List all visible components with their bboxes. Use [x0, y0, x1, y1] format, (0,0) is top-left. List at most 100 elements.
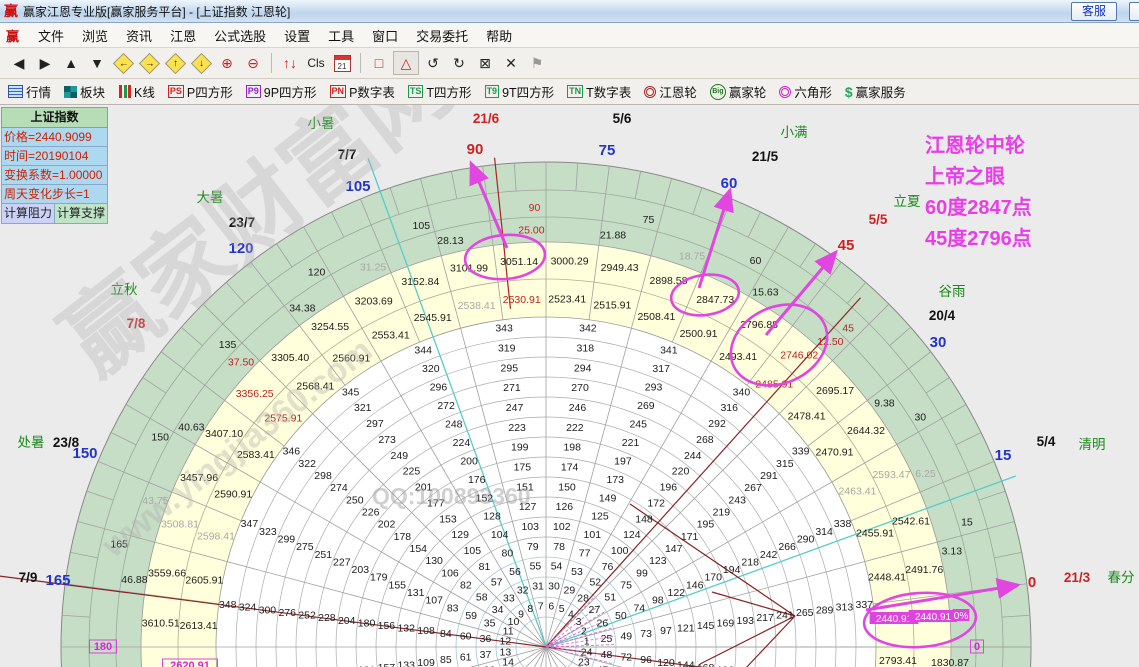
- menu-item-9[interactable]: 帮助: [477, 29, 521, 44]
- wheel-label: 2491.76: [905, 564, 943, 576]
- ribbon-item-板块[interactable]: 板块: [64, 82, 105, 101]
- box-x-icon[interactable]: ⊠: [473, 52, 497, 74]
- wheel-label: 15: [961, 516, 973, 528]
- wheel-label: 2568.41: [296, 380, 334, 392]
- wheel-label: 274: [330, 482, 348, 494]
- wheel-label: 97: [660, 625, 672, 637]
- wheel-label: 2575.91: [264, 413, 302, 425]
- ribbon-item-六角形[interactable]: 六角形: [779, 82, 832, 101]
- ribbon-item-P四方形[interactable]: PS P四方形: [167, 82, 233, 101]
- ribbon-item-P数字表[interactable]: PN P数字表: [329, 82, 395, 101]
- wheel-label: 151: [516, 481, 534, 493]
- wheel-label: 6.25: [915, 468, 936, 480]
- menu-item-6[interactable]: 工具: [319, 29, 363, 44]
- diamond-up-icon[interactable]: ↑: [163, 52, 187, 74]
- menu-item-8[interactable]: 交易委托: [407, 29, 477, 44]
- rotate-cw-icon[interactable]: ↻: [447, 52, 471, 74]
- cursor-down-icon[interactable]: ▼: [85, 52, 109, 74]
- wheel-label: 175: [514, 462, 532, 474]
- wheel-label: 3051.14: [500, 256, 538, 268]
- wheel-label: 2523.41: [548, 294, 586, 306]
- calc-resistance-button[interactable]: 计算阻力: [1, 204, 55, 224]
- p-square-icon: PS: [167, 85, 184, 98]
- nav-right-icon[interactable]: ▶: [33, 52, 57, 74]
- ribbon-item-9T四方形[interactable]: T9 9T四方形: [484, 82, 554, 101]
- updown-arrows-icon[interactable]: ↑↓: [278, 52, 302, 74]
- wheel-label: 248: [445, 418, 463, 430]
- wheel-label: 133: [397, 659, 415, 667]
- wheel-label: 75: [643, 214, 655, 226]
- wheel-label: 73: [640, 628, 652, 640]
- ribbon-item-行情[interactable]: 行情: [8, 82, 51, 101]
- triangle-tool-icon[interactable]: △: [393, 51, 419, 75]
- clipped-button[interactable]: [1129, 2, 1139, 21]
- wheel-label: 58: [476, 592, 488, 604]
- menu-item-3[interactable]: 江恩: [161, 29, 205, 44]
- wheel-label: 108: [417, 625, 435, 637]
- wheel-label: 35: [484, 618, 496, 630]
- diamond-left-icon[interactable]: ←: [111, 52, 135, 74]
- customer-service-button[interactable]: 客服: [1070, 2, 1117, 21]
- square-tool-icon[interactable]: □: [367, 52, 391, 74]
- ribbon-item-赢家服务[interactable]: $ 赢家服务: [845, 82, 906, 101]
- zoom-in-icon[interactable]: ⊕: [215, 52, 239, 74]
- ribbon-item-T四方形[interactable]: TS T四方形: [407, 82, 472, 101]
- wheel-label: 76: [602, 561, 614, 573]
- menu-item-1[interactable]: 浏览: [73, 29, 117, 44]
- wheel-label: 72: [620, 652, 632, 664]
- wheel-label: 2440.91: [876, 614, 913, 625]
- wheel-label: 169: [717, 617, 735, 629]
- wheel-label: 55: [530, 561, 542, 573]
- wheel-label: 52: [589, 577, 601, 589]
- wheel-label: 323: [259, 526, 277, 538]
- wheel-label: 90: [467, 141, 484, 158]
- wheel-label: 101: [584, 529, 602, 541]
- wheel-label: 8: [527, 603, 533, 615]
- wheel-label: 2847.73: [696, 294, 734, 306]
- wheel-label: 37: [480, 649, 492, 661]
- cls-button[interactable]: Cls: [304, 52, 328, 74]
- title-bar: 赢 赢家江恩专业版[赢家服务平台] - [上证指数 江恩轮] 客服: [0, 0, 1139, 23]
- cursor-up-icon[interactable]: ▲: [59, 52, 83, 74]
- wheel-label: 153: [439, 513, 457, 525]
- ribbon-item-江恩轮[interactable]: 江恩轮: [644, 82, 697, 101]
- wheel-label: 171: [681, 531, 699, 543]
- wheel-label: 131: [407, 587, 425, 599]
- rotate-ccw-icon[interactable]: ↺: [421, 52, 445, 74]
- wheel-label: 345: [342, 386, 360, 398]
- ribbon-item-T数字表[interactable]: TN T数字表: [567, 82, 631, 101]
- wheel-label: 43.75: [142, 495, 168, 507]
- wheel-label: 29: [563, 585, 575, 597]
- wheel-label: 23/7: [229, 215, 255, 230]
- ribbon-item-K线[interactable]: K线: [118, 82, 155, 101]
- ribbon-label: 赢家轮: [728, 86, 767, 100]
- view-toolbar: 行情 板块 K线 PS P四方形 P9 9P四方形 PN P数字表 TS T四方形 T9 9T四方形 TN…: [0, 79, 1139, 105]
- menu-item-0[interactable]: 文件: [29, 29, 73, 44]
- zoom-out-icon[interactable]: ⊖: [241, 52, 265, 74]
- calc-support-button[interactable]: 计算支撑: [55, 204, 108, 224]
- menu-item-5[interactable]: 设置: [275, 29, 319, 44]
- scatter-icon[interactable]: ✕: [499, 52, 523, 74]
- menu-item-2[interactable]: 资讯: [117, 29, 161, 44]
- ribbon-item-9P四方形[interactable]: P9 9P四方形: [245, 82, 317, 101]
- ribbon-item-赢家轮[interactable]: Big 赢家轮: [709, 82, 767, 101]
- wheel-label: 56: [509, 566, 521, 578]
- wheel-label: 322: [298, 458, 316, 470]
- hexagon-icon: [779, 85, 792, 98]
- diamond-right-icon[interactable]: →: [137, 52, 161, 74]
- wheel-label: 53: [571, 566, 583, 578]
- pin-icon[interactable]: ⚑: [525, 52, 549, 74]
- wheel-label: 82: [460, 580, 472, 592]
- wheel-label: 2553.41: [372, 330, 410, 342]
- wheel-label: 12.50: [817, 336, 843, 348]
- calendar-icon[interactable]: 21: [330, 52, 354, 74]
- wheel-label: 30: [548, 581, 560, 593]
- wheel-label: 251: [315, 549, 333, 561]
- menu-item-4[interactable]: 公式选股: [205, 29, 275, 44]
- wheel-label: 3356.25: [236, 388, 274, 400]
- nav-left-icon[interactable]: ◀: [7, 52, 31, 74]
- wheel-label: 315: [776, 458, 794, 470]
- menu-item-7[interactable]: 窗口: [363, 29, 407, 44]
- diamond-down-icon[interactable]: ↓: [189, 52, 213, 74]
- wheel-label: 132: [397, 623, 415, 635]
